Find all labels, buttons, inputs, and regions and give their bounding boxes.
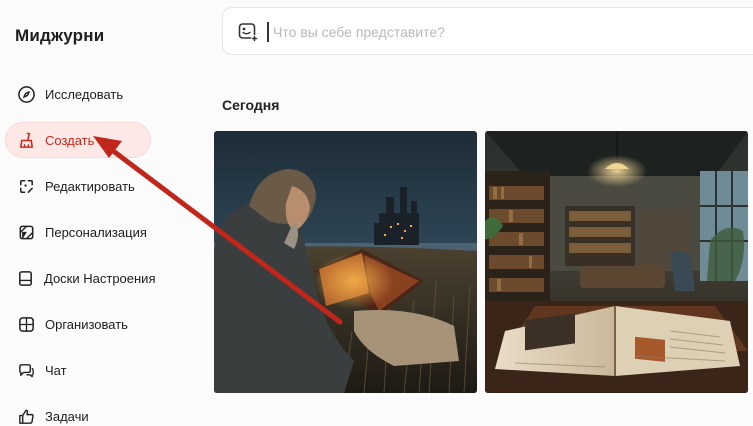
sidebar-item-tasks[interactable]: Задачи [6, 399, 150, 426]
feed-section-title: Сегодня [222, 97, 280, 113]
sidebar-item-label: Исследовать [45, 86, 124, 102]
sidebar-item-personalize[interactable]: Персонализация [6, 215, 150, 249]
text-caret [267, 22, 269, 42]
sidebar-item-label: Чат [45, 362, 67, 378]
sidebar-item-label: Персонализация [45, 224, 147, 240]
sidebar-item-explore[interactable]: Исследовать [6, 77, 150, 111]
sidebar-item-chat[interactable]: Чат [6, 353, 150, 387]
sidebar-item-edit[interactable]: Редактировать [6, 169, 150, 203]
feed-image-reader-castle[interactable] [214, 131, 477, 393]
sidebar-item-organize[interactable]: Организовать [6, 307, 150, 341]
compass-icon [16, 84, 36, 104]
prompt-bar [222, 7, 753, 55]
grid-icon [16, 314, 36, 334]
sidebar-item-label: Доски Настроения [44, 270, 156, 286]
sidebar-item-label: Редактировать [45, 178, 135, 194]
chat-icon [16, 360, 36, 380]
brush-icon [16, 130, 36, 150]
sidebar-item-label: Задачи [45, 408, 89, 424]
feed-image-library-book[interactable] [485, 131, 748, 393]
sidebar-item-label: Создать [45, 132, 95, 148]
image-add-icon[interactable] [237, 21, 259, 43]
prompt-input[interactable] [273, 18, 673, 46]
sidebar-item-moodboards[interactable]: Доски Настроения [6, 261, 155, 295]
sidebar-item-label: Организовать [45, 316, 128, 332]
sidebar-item-create[interactable]: Создать [6, 123, 150, 157]
personalize-icon [16, 222, 36, 242]
edit-frame-icon [16, 176, 36, 196]
moodboard-icon [16, 268, 35, 288]
sidebar: Миджурни Исследовать Создать Редактирова… [0, 0, 205, 426]
app-logo[interactable]: Миджурни [15, 26, 104, 46]
thumbs-up-icon [16, 406, 36, 426]
